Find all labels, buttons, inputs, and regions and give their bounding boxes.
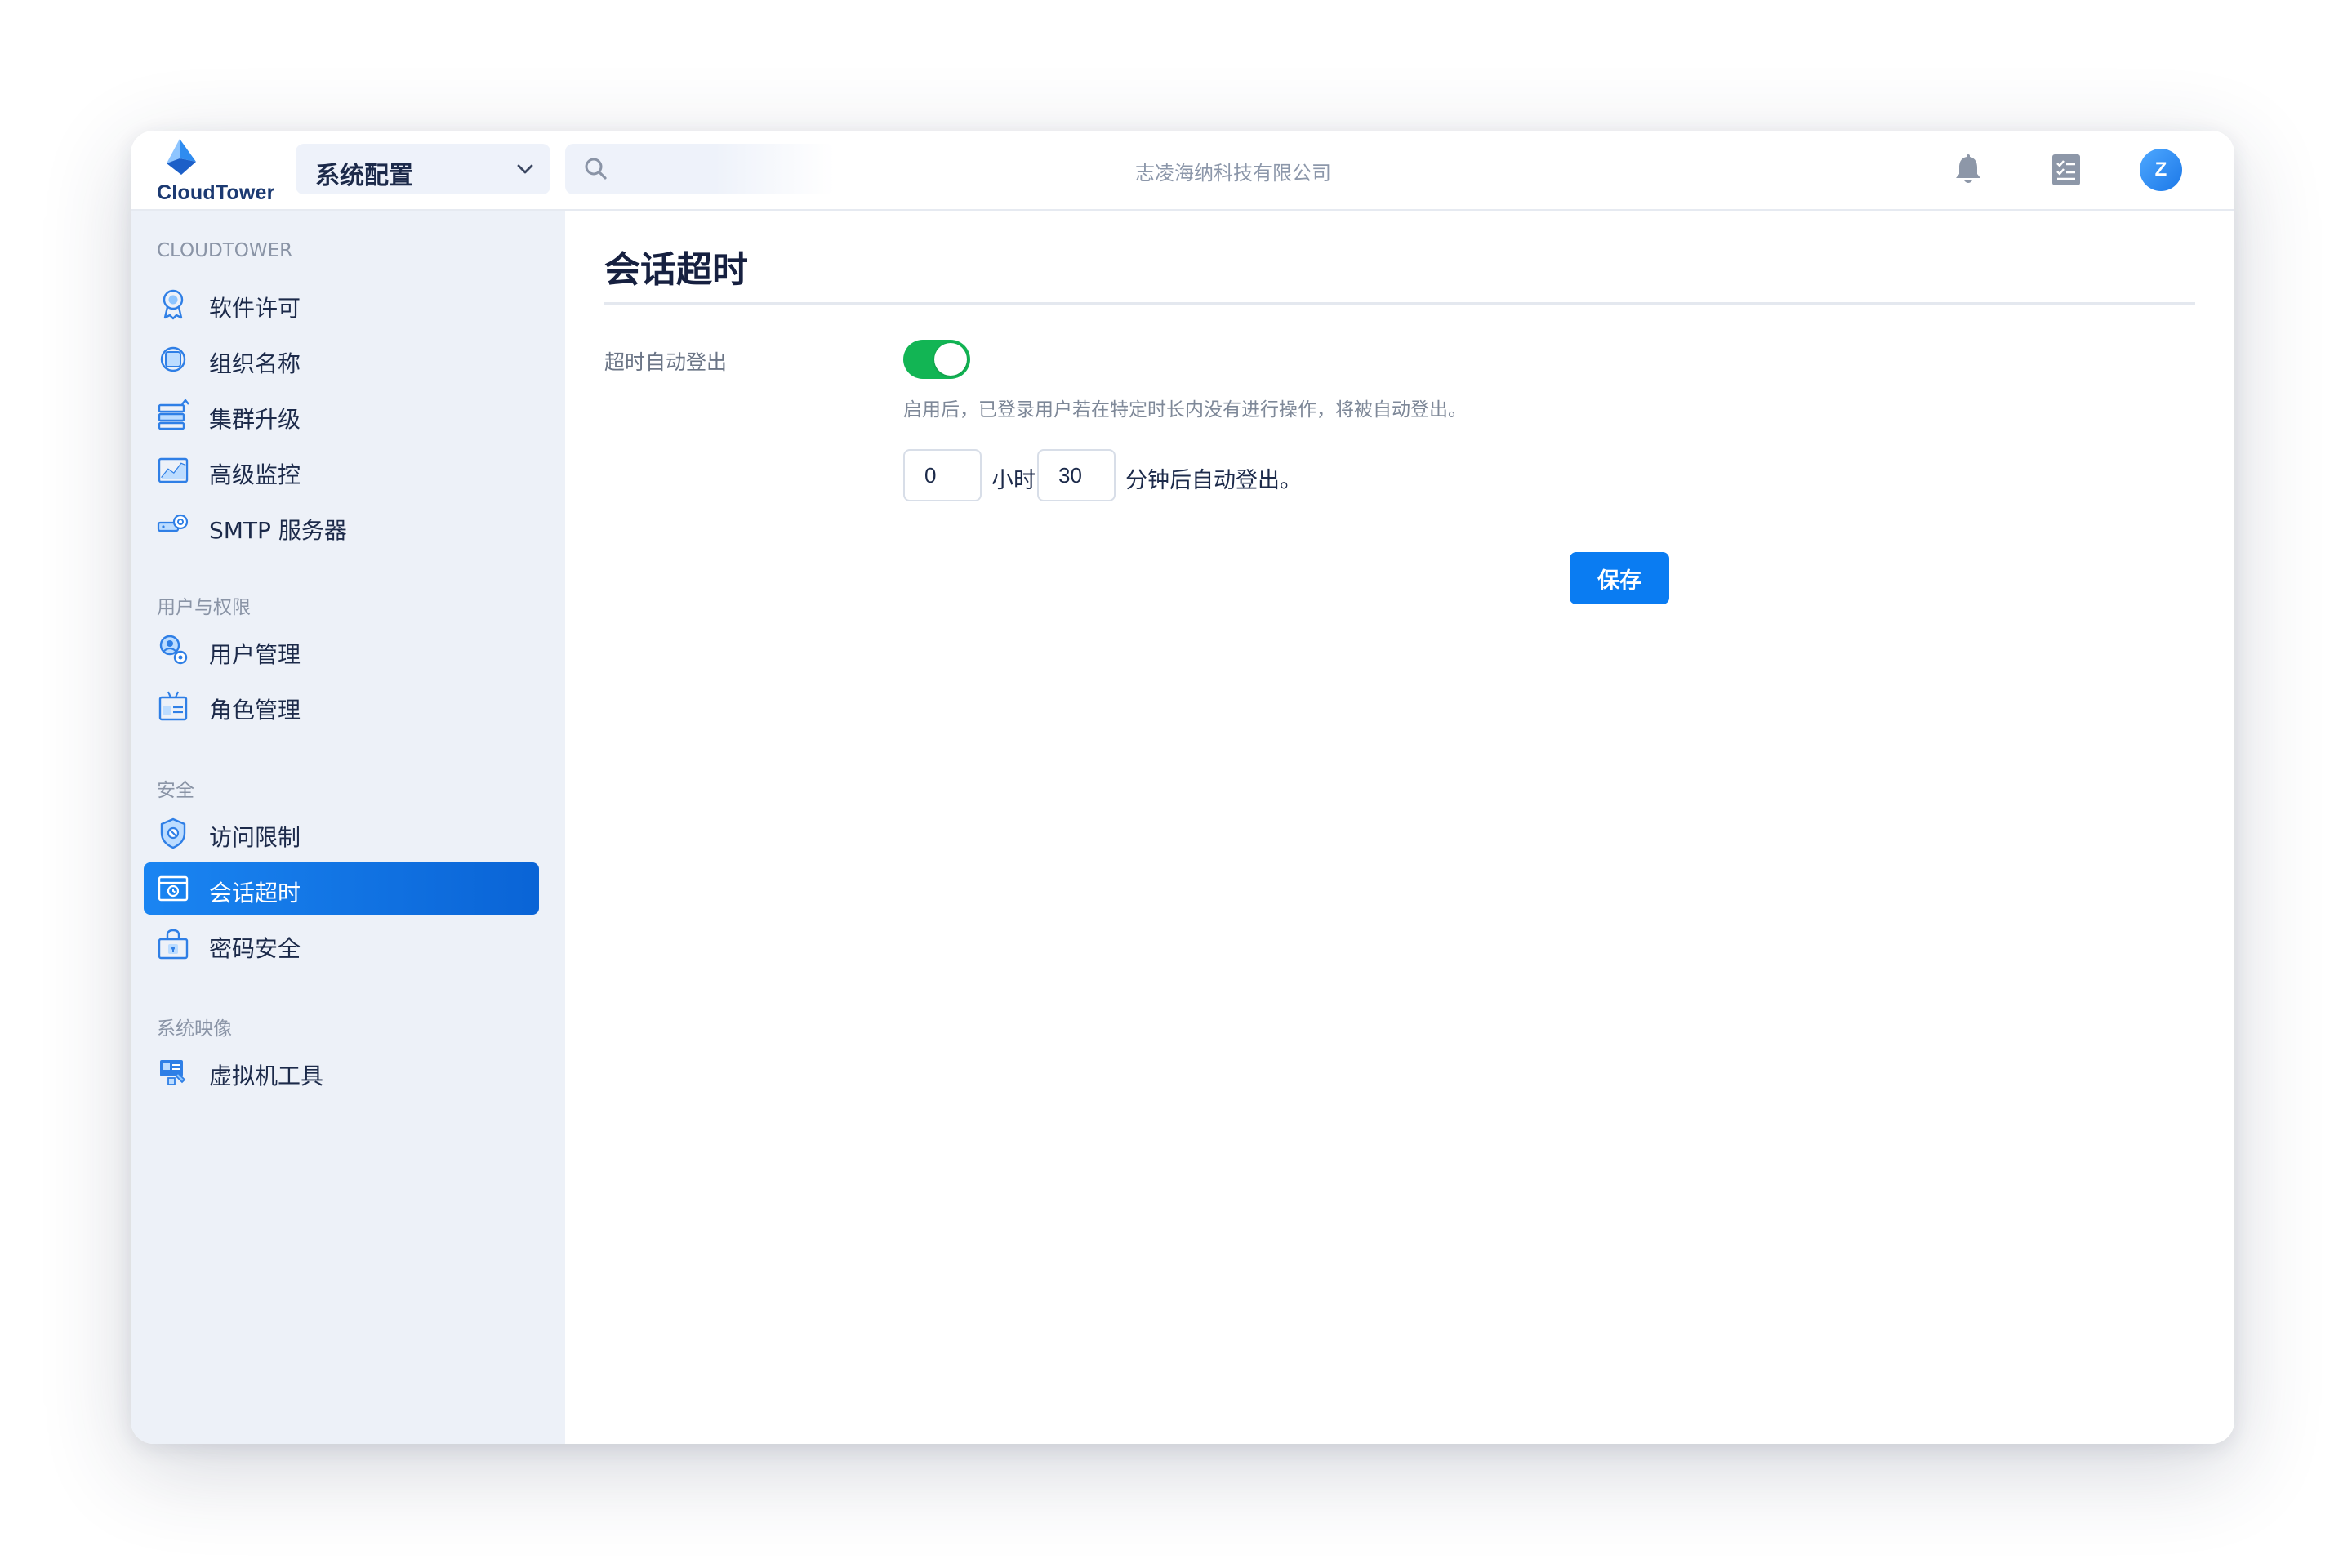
auto-logout-label: 超时自动登出 (604, 350, 728, 374)
auto-logout-toggle[interactable] (903, 340, 970, 379)
sidebar-item-label: SMTP 服务器 (209, 517, 347, 544)
sidebar-item-label: 组织名称 (209, 350, 301, 377)
password-security-icon (158, 929, 189, 960)
license-icon (163, 289, 184, 320)
cloudtower-logo-icon (167, 139, 196, 175)
sidebar-section-system-image: 系统映像 (157, 1018, 232, 1040)
sidebar-item-label: 用户管理 (209, 641, 301, 668)
sidebar-item-label: 访问限制 (209, 824, 301, 851)
task-list-icon (2052, 154, 2080, 185)
title-divider (604, 302, 2195, 305)
main-content: 会话超时 超时自动登出 启用后，已登录用户若在特定时长内没有进行操作，将被自动登… (565, 211, 2234, 1444)
search-icon (585, 158, 607, 180)
sidebar-item-user-management[interactable]: 用户管理 (144, 624, 539, 676)
sidebar-item-label: 高级监控 (209, 461, 301, 488)
context-select-value: 系统配置 (315, 162, 413, 190)
sidebar-item-label: 密码安全 (209, 935, 301, 962)
sidebar-section-cloudtower: CLOUDTOWER (157, 240, 293, 261)
hours-unit-label: 小时 (991, 468, 1036, 493)
sidebar-section-security: 安全 (157, 780, 194, 801)
user-manage-icon (159, 635, 188, 665)
search-input[interactable] (565, 144, 835, 194)
sidebar-item-session-timeout[interactable]: 会话超时 (144, 862, 539, 915)
user-avatar[interactable]: Z (2140, 149, 2182, 191)
organization-icon (160, 346, 186, 372)
app-window: CloudTower 系统配置 志凌海纳科技有限公司 Z CLOUDTOWER … (131, 131, 2234, 1444)
sidebar-item-vm-tools[interactable]: 虚拟机工具 (144, 1045, 539, 1098)
sidebar-item-label: 虚拟机工具 (209, 1062, 324, 1089)
sidebar-item-password-security[interactable]: 密码安全 (144, 918, 539, 970)
sidebar-item-label: 会话超时 (209, 880, 301, 906)
sidebar-section-users-permissions: 用户与权限 (157, 597, 251, 618)
sidebar-item-label: 集群升级 (209, 406, 301, 433)
sidebar: CLOUDTOWER 软件许可 组织名称 集群升级 高级监控 SMTP 服务器 … (131, 211, 565, 1444)
sidebar-item-cluster-upgrade[interactable]: 集群升级 (144, 389, 539, 441)
session-timeout-icon (158, 875, 189, 902)
sidebar-item-software-license[interactable]: 软件许可 (144, 278, 539, 330)
access-limit-icon (160, 817, 186, 849)
advanced-monitor-icon (158, 457, 189, 483)
vm-tools-icon (160, 1060, 186, 1085)
chevron-down-icon (517, 164, 533, 174)
role-manage-icon (158, 691, 188, 721)
notification-button[interactable] (1947, 149, 1989, 191)
minutes-input[interactable] (1037, 449, 1116, 501)
minutes-unit-label: 分钟后自动登出。 (1125, 468, 1302, 493)
sidebar-item-label: 角色管理 (209, 697, 301, 724)
tasks-button[interactable] (2045, 149, 2087, 191)
sidebar-item-label: 软件许可 (209, 295, 301, 322)
page-title: 会话超时 (604, 249, 748, 291)
auto-logout-hint: 启用后，已登录用户若在特定时长内没有进行操作，将被自动登出。 (903, 399, 1467, 421)
sidebar-item-organization-name[interactable]: 组织名称 (144, 333, 539, 385)
bell-icon (1956, 154, 1980, 183)
sidebar-item-smtp-server[interactable]: SMTP 服务器 (144, 500, 539, 552)
toggle-knob (934, 343, 967, 376)
top-bar: CloudTower 系统配置 志凌海纳科技有限公司 Z (131, 131, 2234, 211)
sidebar-item-role-management[interactable]: 角色管理 (144, 679, 539, 732)
cluster-upgrade-icon (158, 399, 189, 430)
hours-input[interactable] (903, 449, 982, 501)
logo-text: CloudTower (157, 181, 275, 204)
save-button[interactable]: 保存 (1570, 552, 1669, 604)
cloudtower-logo[interactable]: CloudTower (157, 139, 287, 204)
context-select[interactable]: 系统配置 (296, 144, 550, 194)
smtp-icon (157, 514, 189, 532)
sidebar-item-access-restriction[interactable]: 访问限制 (144, 807, 539, 859)
sidebar-item-advanced-monitoring[interactable]: 高级监控 (144, 444, 539, 497)
organization-name: 志凌海纳科技有限公司 (1135, 162, 1331, 185)
